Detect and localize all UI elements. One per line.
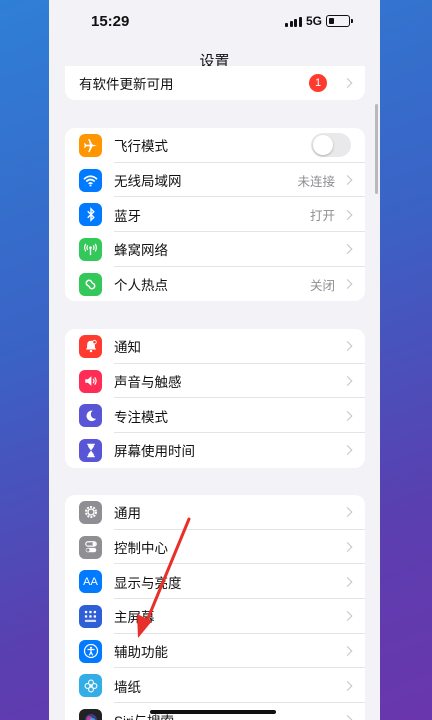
software-update-row[interactable]: 有软件更新可用 1 bbox=[65, 66, 365, 100]
row-value: 打开 bbox=[309, 209, 335, 224]
row-control-center[interactable]: 控制中心 bbox=[65, 530, 365, 565]
row-airplane-mode: 飞行模式 bbox=[65, 128, 365, 163]
row-focus[interactable]: 专注模式 bbox=[65, 398, 365, 434]
row-label: 专注模式 bbox=[114, 409, 168, 425]
chevron-right-icon bbox=[342, 175, 353, 185]
chevron-right-icon bbox=[342, 279, 353, 290]
update-badge: 1 bbox=[309, 74, 327, 92]
general-group: 通用 控制中心 AA 显示与亮度 主屏幕 辅助功能 墙纸 bbox=[65, 495, 365, 720]
siri-icon bbox=[79, 708, 102, 720]
gear-icon bbox=[79, 500, 102, 524]
status-time: 15:29 bbox=[91, 13, 130, 30]
row-label: 飞行模式 bbox=[114, 139, 168, 155]
moon-icon bbox=[79, 404, 102, 428]
row-label: 通用 bbox=[114, 506, 141, 522]
row-display-brightness[interactable]: AA 显示与亮度 bbox=[65, 564, 365, 600]
accessibility-icon bbox=[79, 639, 102, 663]
bell-icon bbox=[79, 334, 102, 358]
row-value: 关闭 bbox=[309, 278, 335, 293]
row-general[interactable]: 通用 bbox=[65, 495, 365, 530]
signal-icon bbox=[285, 16, 302, 27]
chevron-right-icon bbox=[342, 410, 353, 421]
chevron-right-icon bbox=[342, 542, 353, 552]
row-value: 未连接 bbox=[297, 174, 335, 189]
row-label: 墙纸 bbox=[114, 679, 141, 695]
row-notifications[interactable]: 通知 bbox=[65, 329, 365, 364]
battery-icon bbox=[326, 15, 353, 27]
chevron-right-icon bbox=[342, 376, 353, 386]
bluetooth-icon bbox=[79, 203, 102, 227]
software-update-label: 有软件更新可用 bbox=[79, 77, 174, 92]
row-label: 控制中心 bbox=[114, 541, 168, 557]
chevron-right-icon bbox=[342, 646, 353, 657]
chevron-right-icon bbox=[342, 244, 353, 255]
chevron-right-icon bbox=[342, 680, 353, 691]
chevron-right-icon bbox=[342, 715, 353, 720]
hourglass-icon bbox=[79, 438, 102, 462]
notifications-group: 通知 声音与触感 专注模式 屏幕使用时间 bbox=[65, 329, 365, 468]
row-label: 蓝牙 bbox=[114, 208, 141, 224]
home-indicator[interactable] bbox=[150, 710, 276, 714]
airplane-mode-toggle[interactable] bbox=[311, 133, 351, 158]
status-bar: 15:29 5G bbox=[49, 0, 380, 44]
row-label: 声音与触感 bbox=[114, 375, 182, 391]
scroll-indicator[interactable] bbox=[375, 104, 378, 194]
chevron-right-icon bbox=[342, 507, 353, 518]
airplane-icon bbox=[79, 133, 102, 157]
chevron-right-icon bbox=[342, 78, 353, 88]
network-type: 5G bbox=[306, 14, 323, 28]
row-cellular[interactable]: 蜂窝网络 bbox=[65, 232, 365, 267]
row-label: 无线局域网 bbox=[114, 174, 182, 190]
row-label: 个人热点 bbox=[114, 278, 168, 294]
row-wifi[interactable]: 无线局域网 未连接 bbox=[65, 163, 365, 198]
hotspot-icon bbox=[79, 272, 102, 296]
row-label: 主屏幕 bbox=[114, 610, 155, 626]
wifi-icon bbox=[79, 168, 102, 192]
speaker-icon bbox=[79, 369, 102, 393]
row-personal-hotspot[interactable]: 个人热点 关闭 bbox=[65, 267, 365, 302]
flower-icon bbox=[79, 674, 102, 698]
row-home-screen[interactable]: 主屏幕 bbox=[65, 599, 365, 634]
chevron-right-icon bbox=[342, 341, 353, 352]
chevron-right-icon bbox=[342, 445, 353, 456]
row-sounds-haptics[interactable]: 声音与触感 bbox=[65, 364, 365, 399]
row-label: 显示与亮度 bbox=[114, 575, 182, 591]
update-group: 有软件更新可用 1 bbox=[65, 66, 365, 100]
row-label: 辅助功能 bbox=[114, 645, 168, 661]
chevron-right-icon bbox=[342, 209, 353, 220]
connectivity-group: 飞行模式 无线局域网 未连接 蓝牙 打开 蜂窝网络 个人热点 关闭 bbox=[65, 128, 365, 302]
row-label: 蜂窝网络 bbox=[114, 243, 168, 259]
antenna-icon bbox=[79, 237, 102, 261]
row-accessibility[interactable]: 辅助功能 bbox=[65, 634, 365, 669]
row-wallpaper[interactable]: 墙纸 bbox=[65, 668, 365, 704]
toggles-icon bbox=[79, 535, 102, 559]
row-label: 屏幕使用时间 bbox=[114, 444, 195, 460]
text-size-icon: AA bbox=[79, 570, 102, 594]
chevron-right-icon bbox=[342, 611, 353, 622]
grid-icon bbox=[79, 604, 102, 628]
chevron-right-icon bbox=[342, 576, 353, 587]
row-bluetooth[interactable]: 蓝牙 打开 bbox=[65, 197, 365, 233]
settings-screen: 15:29 5G 设置 有软件更新可用 1 飞行模式 无线局域网 未连接 蓝牙 … bbox=[49, 0, 380, 720]
row-screen-time[interactable]: 屏幕使用时间 bbox=[65, 433, 365, 468]
row-label: 通知 bbox=[114, 340, 141, 356]
